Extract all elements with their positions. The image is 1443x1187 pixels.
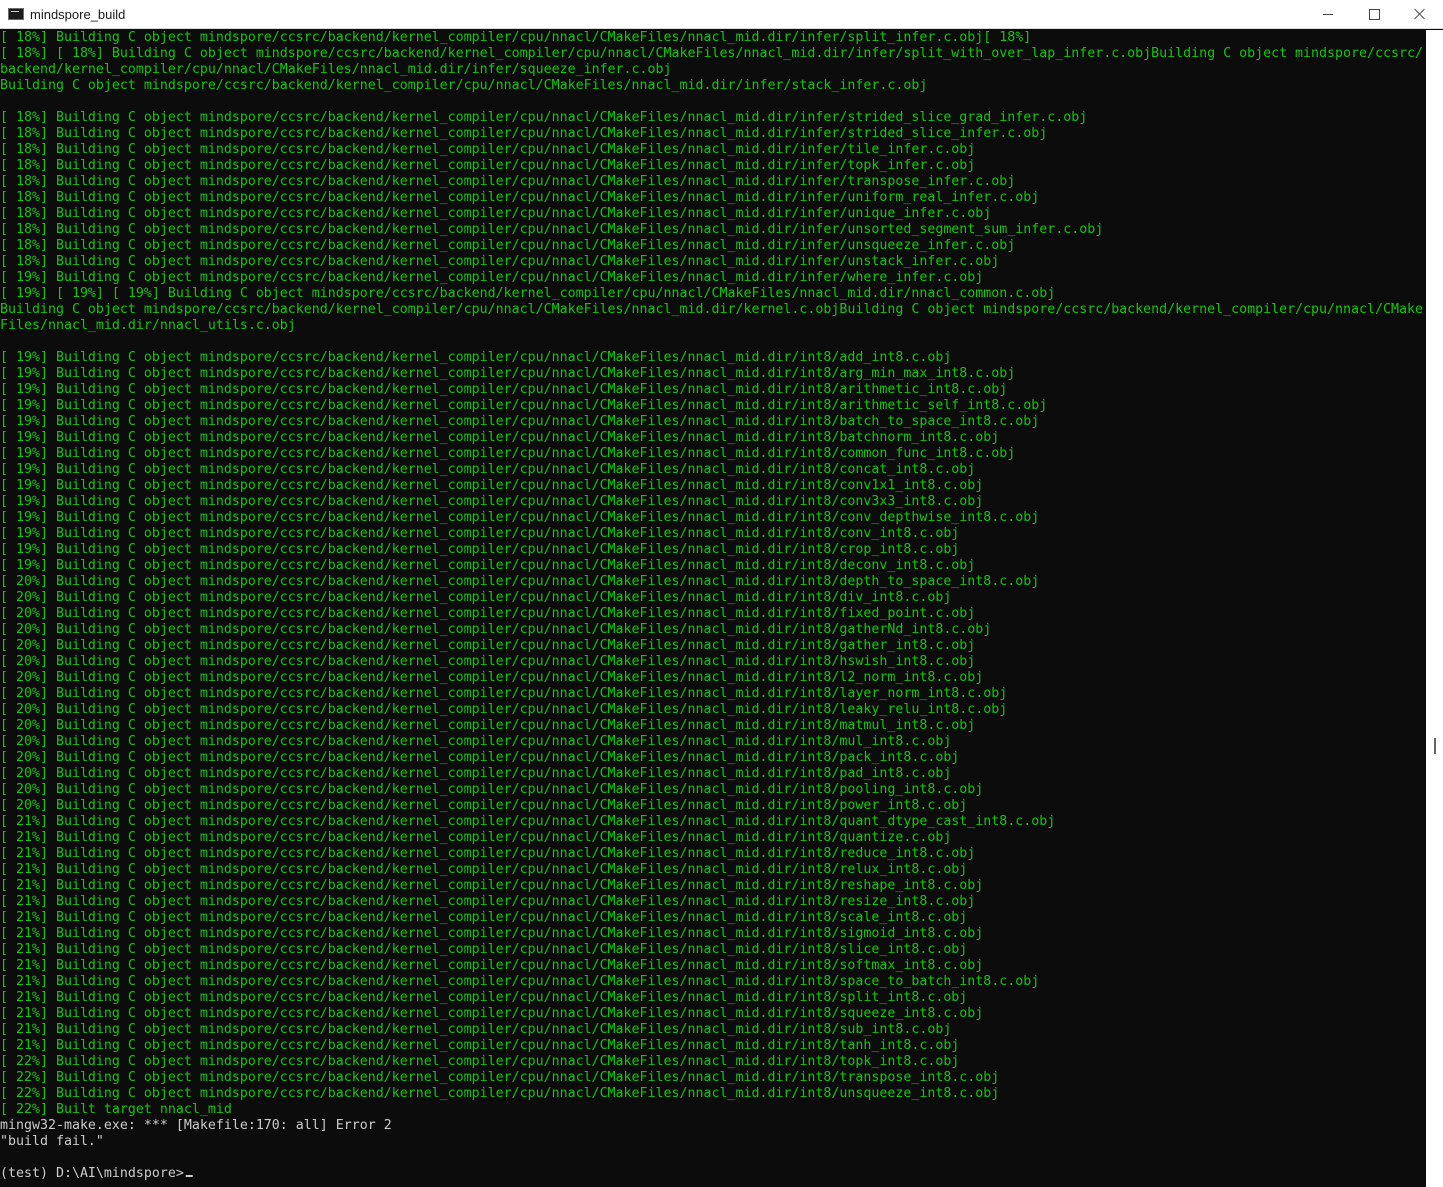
console-line: [ 21%] Building C object mindspore/ccsrc… bbox=[0, 990, 968, 1005]
maximize-icon bbox=[1368, 8, 1380, 20]
console-line: [ 19%] Building C object mindspore/ccsrc… bbox=[0, 510, 1040, 525]
console-error-line: mingw32-make.exe: *** [Makefile:170: all… bbox=[0, 1118, 392, 1133]
console-line: [ 20%] Building C object mindspore/ccsrc… bbox=[0, 606, 976, 621]
console-line: [ 18%] Building C object mindspore/ccsrc… bbox=[0, 190, 1040, 205]
console-line: [ 20%] Building C object mindspore/ccsrc… bbox=[0, 782, 984, 797]
minimize-button[interactable] bbox=[1305, 0, 1351, 28]
console-line: [ 18%] Building C object mindspore/ccsrc… bbox=[0, 174, 1016, 189]
console-line: [ 18%] Building C object mindspore/ccsrc… bbox=[0, 158, 976, 173]
minimize-icon bbox=[1323, 13, 1333, 15]
console-line: backend/kernel_compiler/cpu/nnacl/CMakeF… bbox=[0, 62, 672, 77]
console-line: [ 20%] Building C object mindspore/ccsrc… bbox=[0, 574, 1040, 589]
window-title: mindspore_build bbox=[30, 6, 126, 22]
console-error-line: "build fail." bbox=[0, 1134, 104, 1149]
console-line: [ 18%] Building C object mindspore/ccsrc… bbox=[0, 126, 1048, 141]
prompt-text: (test) D:\AI\mindspore> bbox=[0, 1166, 184, 1181]
console-line: [ 21%] Building C object mindspore/ccsrc… bbox=[0, 814, 1056, 829]
console-line: [ 21%] Building C object mindspore/ccsrc… bbox=[0, 1022, 952, 1037]
console-line: [ 18%] Building C object mindspore/ccsrc… bbox=[0, 142, 976, 157]
console-line: [ 20%] Building C object mindspore/ccsrc… bbox=[0, 734, 952, 749]
console-line: [ 22%] Built target nnacl_mid bbox=[0, 1102, 232, 1117]
console-error-line bbox=[0, 1150, 1424, 1166]
window-controls bbox=[1305, 0, 1443, 28]
console-line: [ 21%] Building C object mindspore/ccsrc… bbox=[0, 830, 952, 845]
vertical-scrollbar[interactable] bbox=[1426, 30, 1443, 1187]
console-line: [ 20%] Building C object mindspore/ccsrc… bbox=[0, 670, 984, 685]
console-line: [ 18%] Building C object mindspore/ccsrc… bbox=[0, 30, 1032, 45]
text-cursor bbox=[185, 1175, 193, 1177]
console-line: [ 19%] Building C object mindspore/ccsrc… bbox=[0, 398, 1048, 413]
console-line: [ 21%] Building C object mindspore/ccsrc… bbox=[0, 894, 976, 909]
console-line: [ 18%] Building C object mindspore/ccsrc… bbox=[0, 238, 1016, 253]
console-line: [ 19%] Building C object mindspore/ccsrc… bbox=[0, 366, 1016, 381]
console-line: [ 21%] Building C object mindspore/ccsrc… bbox=[0, 862, 968, 877]
console-line: [ 20%] Building C object mindspore/ccsrc… bbox=[0, 654, 976, 669]
console-line: [ 20%] Building C object mindspore/ccsrc… bbox=[0, 798, 968, 813]
console-line: [ 20%] Building C object mindspore/ccsrc… bbox=[0, 766, 952, 781]
console-line: [ 20%] Building C object mindspore/ccsrc… bbox=[0, 686, 1008, 701]
command-prompt[interactable]: (test) D:\AI\mindspore> bbox=[0, 1166, 1424, 1182]
scrollbar-thumb[interactable] bbox=[1434, 738, 1436, 754]
maximize-button[interactable] bbox=[1351, 0, 1397, 28]
console-line: Files/nnacl_mid.dir/nnacl_utils.c.obj bbox=[0, 318, 296, 333]
console-line: [ 21%] Building C object mindspore/ccsrc… bbox=[0, 846, 976, 861]
console-line: [ 18%] Building C object mindspore/ccsrc… bbox=[0, 254, 1000, 269]
console-line: [ 20%] Building C object mindspore/ccsrc… bbox=[0, 590, 952, 605]
console-line: [ 18%] Building C object mindspore/ccsrc… bbox=[0, 110, 1088, 125]
console-line: [ 19%] Building C object mindspore/ccsrc… bbox=[0, 414, 1040, 429]
console-line: [ 21%] Building C object mindspore/ccsrc… bbox=[0, 926, 984, 941]
console-line: [ 21%] Building C object mindspore/ccsrc… bbox=[0, 1038, 960, 1053]
console-line: [ 19%] Building C object mindspore/ccsrc… bbox=[0, 270, 984, 285]
console-line: [ 21%] Building C object mindspore/ccsrc… bbox=[0, 974, 1040, 989]
console-line: [ 19%] Building C object mindspore/ccsrc… bbox=[0, 446, 1016, 461]
console-line: Building C object mindspore/ccsrc/backen… bbox=[0, 302, 1423, 317]
console-line: [ 20%] Building C object mindspore/ccsrc… bbox=[0, 638, 976, 653]
console-line: [ 19%] Building C object mindspore/ccsrc… bbox=[0, 478, 984, 493]
console-line: [ 22%] Building C object mindspore/ccsrc… bbox=[0, 1086, 1000, 1101]
console-line: [ 19%] Building C object mindspore/ccsrc… bbox=[0, 494, 984, 509]
terminal-icon bbox=[8, 8, 24, 20]
console-line: [ 19%] Building C object mindspore/ccsrc… bbox=[0, 350, 952, 365]
console-line: [ 19%] [ 19%] [ 19%] Building C object m… bbox=[0, 286, 1056, 301]
console-line: [ 18%] Building C object mindspore/ccsrc… bbox=[0, 222, 1104, 237]
console-line: Building C object mindspore/ccsrc/backen… bbox=[0, 78, 928, 93]
console-line: [ 20%] Building C object mindspore/ccsrc… bbox=[0, 718, 976, 733]
console-line: [ 19%] Building C object mindspore/ccsrc… bbox=[0, 526, 960, 541]
console-line: [ 21%] Building C object mindspore/ccsrc… bbox=[0, 878, 984, 893]
console-line: [ 21%] Building C object mindspore/ccsrc… bbox=[0, 910, 968, 925]
console-line: [ 19%] Building C object mindspore/ccsrc… bbox=[0, 558, 976, 573]
console-line: [ 18%] [ 18%] Building C object mindspor… bbox=[0, 46, 1423, 61]
console-line: [ 22%] Building C object mindspore/ccsrc… bbox=[0, 1054, 960, 1069]
console-line: [ 21%] Building C object mindspore/ccsrc… bbox=[0, 958, 984, 973]
terminal-window: mindspore_build [ 18%] Building C object… bbox=[0, 0, 1443, 1187]
console-line: [ 19%] Building C object mindspore/ccsrc… bbox=[0, 382, 1008, 397]
console-line: [ 19%] Building C object mindspore/ccsrc… bbox=[0, 542, 960, 557]
close-icon bbox=[1414, 8, 1426, 20]
console-line: [ 20%] Building C object mindspore/ccsrc… bbox=[0, 622, 992, 637]
title-bar[interactable]: mindspore_build bbox=[0, 0, 1443, 29]
console-line: [ 19%] Building C object mindspore/ccsrc… bbox=[0, 462, 976, 477]
console-line: [ 22%] Building C object mindspore/ccsrc… bbox=[0, 1070, 1000, 1085]
console-line: [ 21%] Building C object mindspore/ccsrc… bbox=[0, 1006, 984, 1021]
close-button[interactable] bbox=[1397, 0, 1443, 28]
console-line: [ 20%] Building C object mindspore/ccsrc… bbox=[0, 702, 1008, 717]
console-line: [ 21%] Building C object mindspore/ccsrc… bbox=[0, 942, 968, 957]
console-line: [ 18%] Building C object mindspore/ccsrc… bbox=[0, 206, 992, 221]
console-output[interactable]: [ 18%] Building C object mindspore/ccsrc… bbox=[0, 30, 1426, 1187]
console-line: [ 20%] Building C object mindspore/ccsrc… bbox=[0, 750, 960, 765]
console-line: [ 19%] Building C object mindspore/ccsrc… bbox=[0, 430, 1000, 445]
